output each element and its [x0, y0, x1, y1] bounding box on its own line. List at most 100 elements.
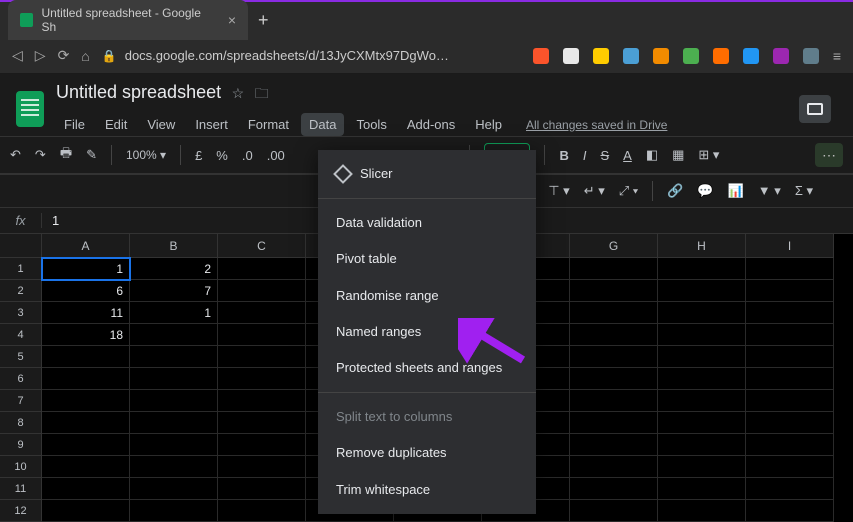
cell[interactable] [746, 500, 834, 522]
cell[interactable] [746, 324, 834, 346]
fill-color-icon[interactable]: ◧ [646, 147, 658, 163]
extension-icon[interactable] [773, 48, 789, 64]
chart-icon[interactable]: 📊 [728, 183, 744, 199]
cell[interactable]: 1 [42, 258, 130, 280]
row-header[interactable]: 1 [0, 258, 42, 280]
menu-icon[interactable]: ≡ [833, 48, 841, 64]
cell[interactable] [746, 346, 834, 368]
forward-icon[interactable]: ▷ [35, 47, 46, 64]
text-color-icon[interactable]: A [623, 148, 632, 163]
cell[interactable]: 2 [130, 258, 218, 280]
browser-tab[interactable]: Untitled spreadsheet - Google Sh × [8, 0, 248, 40]
cell[interactable] [42, 434, 130, 456]
cell[interactable] [570, 456, 658, 478]
cell[interactable] [570, 302, 658, 324]
cell[interactable] [130, 324, 218, 346]
cell[interactable] [746, 434, 834, 456]
cell[interactable] [658, 456, 746, 478]
print-icon[interactable]: 🖶 [60, 144, 72, 166]
cell[interactable] [130, 456, 218, 478]
cell[interactable]: 18 [42, 324, 130, 346]
bold-icon[interactable]: B [559, 148, 568, 163]
col-header[interactable]: G [570, 234, 658, 258]
cell[interactable] [218, 500, 306, 522]
menu-protected-sheets-ranges[interactable]: Protected sheets and ranges [318, 350, 536, 386]
cell[interactable] [570, 346, 658, 368]
cell[interactable] [130, 346, 218, 368]
undo-icon[interactable]: ↶ [10, 147, 21, 163]
row-header[interactable]: 9 [0, 434, 42, 456]
functions-icon[interactable]: Σ ▾ [795, 183, 813, 199]
back-icon[interactable]: ◁ [12, 47, 23, 64]
extension-icon[interactable] [653, 48, 669, 64]
cell[interactable] [746, 368, 834, 390]
cell[interactable] [658, 412, 746, 434]
merge-cells-icon[interactable]: ⊞ ▾ [698, 147, 719, 163]
row-header[interactable]: 8 [0, 412, 42, 434]
reload-icon[interactable]: ⟳ [58, 47, 70, 64]
cell[interactable] [218, 478, 306, 500]
col-header[interactable]: B [130, 234, 218, 258]
menu-remove-duplicates[interactable]: Remove duplicates [318, 435, 536, 471]
sheets-logo-icon[interactable] [16, 91, 44, 127]
cell[interactable] [130, 412, 218, 434]
percent-button[interactable]: % [216, 148, 228, 163]
cell[interactable] [746, 478, 834, 500]
more-toolbar-icon[interactable]: ⋯ [815, 143, 843, 167]
cell[interactable] [42, 412, 130, 434]
menu-insert[interactable]: Insert [187, 113, 236, 136]
wrap-icon[interactable]: ↵ ▾ [584, 183, 605, 199]
row-header[interactable]: 7 [0, 390, 42, 412]
paint-format-icon[interactable]: ✎ [86, 147, 97, 163]
cell[interactable] [42, 390, 130, 412]
cell[interactable] [218, 324, 306, 346]
cell[interactable] [746, 302, 834, 324]
cell[interactable] [218, 456, 306, 478]
cell[interactable] [658, 346, 746, 368]
folder-icon[interactable]: 🗀 [255, 85, 269, 101]
fx-value[interactable]: 1 [42, 213, 69, 228]
cell[interactable] [130, 368, 218, 390]
menu-split-text[interactable]: Split text to columns [318, 399, 536, 435]
menu-data-validation[interactable]: Data validation [318, 205, 536, 241]
row-header[interactable]: 12 [0, 500, 42, 522]
cell[interactable] [218, 434, 306, 456]
cell[interactable] [746, 412, 834, 434]
menu-trim-whitespace[interactable]: Trim whitespace [318, 472, 536, 508]
cell[interactable] [658, 280, 746, 302]
row-header[interactable]: 5 [0, 346, 42, 368]
brave-shields-icon[interactable] [533, 48, 549, 64]
cell[interactable] [218, 280, 306, 302]
cell[interactable]: 11 [42, 302, 130, 324]
col-header[interactable]: C [218, 234, 306, 258]
menu-addons[interactable]: Add-ons [399, 113, 463, 136]
cell[interactable] [658, 324, 746, 346]
cell[interactable] [658, 390, 746, 412]
valign-icon[interactable]: ⊤ ▾ [548, 183, 569, 199]
menu-randomise-range[interactable]: Randomise range [318, 278, 536, 314]
extension-icon[interactable] [713, 48, 729, 64]
italic-icon[interactable]: I [583, 148, 587, 163]
cell[interactable] [658, 368, 746, 390]
select-all-corner[interactable] [0, 234, 42, 258]
cell[interactable] [218, 346, 306, 368]
cell[interactable] [570, 500, 658, 522]
cell[interactable] [658, 302, 746, 324]
menu-format[interactable]: Format [240, 113, 297, 136]
cell[interactable] [570, 258, 658, 280]
row-header[interactable]: 6 [0, 368, 42, 390]
menu-pivot-table[interactable]: Pivot table [318, 241, 536, 277]
menu-edit[interactable]: Edit [97, 113, 135, 136]
row-header[interactable]: 11 [0, 478, 42, 500]
cell[interactable] [42, 500, 130, 522]
decrease-decimal-icon[interactable]: .0 [242, 148, 253, 163]
redo-icon[interactable]: ↷ [35, 147, 46, 163]
cell[interactable] [570, 412, 658, 434]
cell[interactable] [746, 456, 834, 478]
cell[interactable] [218, 412, 306, 434]
zoom-select[interactable]: 100% ▾ [126, 148, 166, 162]
borders-icon[interactable]: ▦ [672, 147, 684, 163]
cell[interactable] [746, 258, 834, 280]
col-header[interactable]: H [658, 234, 746, 258]
saved-status[interactable]: All changes saved in Drive [526, 118, 667, 132]
